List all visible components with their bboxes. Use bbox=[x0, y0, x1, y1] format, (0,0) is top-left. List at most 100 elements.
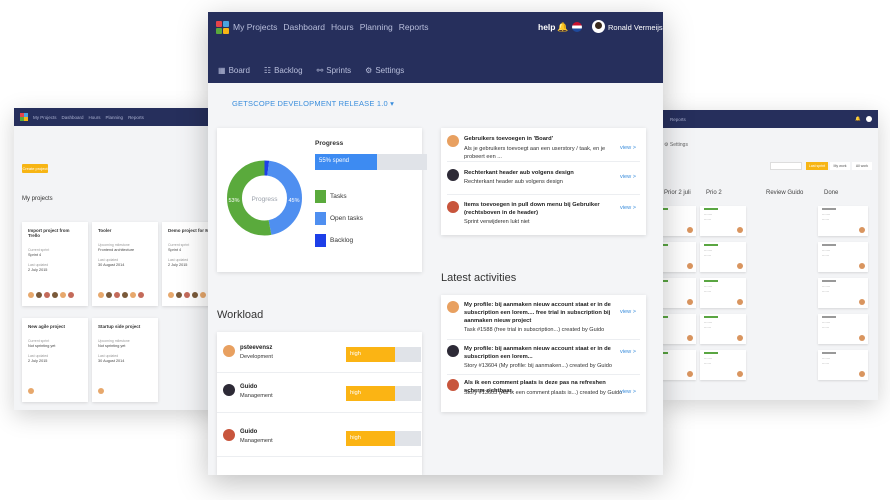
divider bbox=[217, 372, 422, 373]
task-card[interactable]: ·········· bbox=[660, 278, 696, 308]
board-column: ······· ······ ······· ······ ······· ·····… bbox=[818, 206, 868, 400]
task-card[interactable]: ·········· bbox=[660, 314, 696, 344]
nav-reports[interactable]: Reports bbox=[399, 22, 429, 32]
project-value: Sprint 4 bbox=[28, 253, 42, 257]
list-item: Als ik een comment plaats is deze pas na… bbox=[447, 379, 640, 405]
view-link[interactable]: view > bbox=[620, 145, 636, 151]
filter-all-work[interactable]: All work bbox=[852, 162, 872, 170]
release-selector[interactable]: GETSCOPE DEVELOPMENT RELEASE 1.0 ▾ bbox=[232, 99, 394, 108]
board-icon: ▦ bbox=[218, 66, 226, 75]
project-value: 2 July 2015 bbox=[28, 359, 48, 363]
task-card[interactable]: ······· ······ bbox=[818, 314, 868, 344]
nav-my-projects[interactable]: My Projects bbox=[233, 22, 277, 32]
project-title: New agile project bbox=[28, 324, 66, 329]
board-column: ······· ······ ······· ······ ······· ·····… bbox=[700, 206, 746, 400]
settings-tab[interactable]: ⚙ Settings bbox=[664, 142, 688, 148]
donut-right-label: 45% bbox=[288, 198, 299, 204]
user-name: Ronald Vermeijs bbox=[608, 23, 663, 32]
project-card[interactable]: Tooler Upcoming milestone Frontend archi… bbox=[92, 222, 158, 306]
item-title: Rechterkant header aub volgens design bbox=[464, 170, 574, 176]
board-window: Reports 🔔 ⚙ Settings Last sprint My work… bbox=[660, 110, 878, 400]
task-card[interactable]: ······· ······ bbox=[700, 350, 746, 380]
view-link[interactable]: view > bbox=[620, 205, 636, 211]
workload-bar-fill: high bbox=[346, 386, 395, 401]
progress-bar: 55% spend bbox=[315, 154, 427, 170]
task-card[interactable]: ······· ······ bbox=[818, 350, 868, 380]
project-label: Last updated bbox=[98, 354, 119, 358]
progress-donut-chart: Progress 53% 45% bbox=[227, 160, 302, 236]
tab-sprints[interactable]: ⚯ Sprints bbox=[317, 66, 352, 75]
bell-icon[interactable]: 🔔 bbox=[855, 116, 861, 122]
user-avatar[interactable] bbox=[866, 116, 872, 122]
tab-label: Board bbox=[228, 66, 250, 75]
workload-level: high bbox=[350, 351, 361, 357]
progress-bar-fill: 55% spend bbox=[315, 154, 377, 170]
task-card[interactable]: ·········· bbox=[660, 242, 696, 272]
task-card[interactable]: ·········· bbox=[660, 350, 696, 380]
bell-icon[interactable]: 🔔 bbox=[557, 22, 568, 33]
task-card[interactable]: ······· ······ bbox=[818, 206, 868, 236]
list-item: My profile: bij aanmaken nieuw account s… bbox=[447, 345, 640, 369]
task-card[interactable]: ······· ······ bbox=[700, 242, 746, 272]
create-project-button[interactable]: Create project bbox=[22, 164, 48, 173]
nav-hours[interactable]: Hours bbox=[331, 22, 354, 32]
view-link[interactable]: view > bbox=[620, 174, 636, 180]
project-card[interactable]: Import project from Trello Current sprin… bbox=[22, 222, 88, 306]
user-avatar[interactable] bbox=[592, 20, 605, 33]
task-card[interactable]: ·········· bbox=[660, 206, 696, 236]
nav-link[interactable]: Hours bbox=[89, 115, 101, 120]
legend-swatch bbox=[315, 234, 326, 247]
user-menu[interactable]: Ronald Vermeijs ▾ bbox=[608, 23, 663, 32]
filter-last-sprint[interactable]: Last sprint bbox=[806, 162, 828, 170]
project-title: Import project from Trello bbox=[28, 228, 70, 238]
item-desc: Story #13603 (Als ik een comment plaats … bbox=[464, 390, 623, 396]
avatar bbox=[447, 379, 459, 391]
tab-settings[interactable]: ⚙ Settings bbox=[365, 66, 404, 75]
nav-link[interactable]: Dashboard bbox=[62, 115, 84, 120]
item-desc: Rechterkant header aub volgens design bbox=[464, 179, 563, 185]
view-link[interactable]: view > bbox=[620, 349, 636, 355]
project-value: Frontend architecture bbox=[98, 248, 135, 252]
project-label: Current sprint bbox=[28, 339, 50, 343]
nav-planning[interactable]: Planning bbox=[360, 22, 393, 32]
workload-bar: high bbox=[346, 431, 421, 446]
backlog-icon: ☷ bbox=[263, 66, 272, 75]
project-card[interactable]: New agile project Current sprint Not spr… bbox=[22, 318, 88, 402]
task-card[interactable]: ······· ······ bbox=[700, 278, 746, 308]
avatar bbox=[447, 169, 459, 181]
filter-my-work[interactable]: My work bbox=[830, 162, 850, 170]
view-link[interactable]: view > bbox=[620, 389, 636, 395]
tab-label: Sprints bbox=[326, 66, 352, 75]
item-title: Gebruikers toevoegen in 'Board' bbox=[464, 136, 554, 142]
list-item: Rechterkant header aub volgens design Re… bbox=[447, 169, 640, 191]
nav-link[interactable]: Reports bbox=[128, 115, 144, 120]
task-card[interactable]: ······· ······ bbox=[818, 242, 868, 272]
task-card[interactable]: ······· ······ bbox=[818, 278, 868, 308]
tab-board[interactable]: ▦ Board bbox=[218, 66, 250, 75]
avatar bbox=[447, 135, 459, 147]
my-projects-heading: My projects bbox=[22, 196, 53, 202]
legend-swatch bbox=[315, 190, 326, 203]
language-flag-icon[interactable] bbox=[572, 22, 582, 32]
nav-link[interactable]: Reports bbox=[670, 117, 686, 122]
task-card[interactable]: ······· ······ bbox=[700, 314, 746, 344]
projects-window: My Projects Dashboard Hours Planning Rep… bbox=[14, 108, 224, 410]
legend-item-open-tasks: Open tasks bbox=[315, 212, 363, 225]
board-search-input[interactable] bbox=[770, 162, 802, 170]
sprints-icon: ⚯ bbox=[316, 66, 324, 75]
logo-icon[interactable] bbox=[216, 21, 230, 35]
tab-backlog[interactable]: ☷ Backlog bbox=[264, 66, 303, 75]
nav-dashboard[interactable]: Dashboard bbox=[283, 22, 325, 32]
project-label: Last updated bbox=[28, 354, 49, 358]
workload-level: high bbox=[350, 390, 361, 396]
release-dashboard-window: My Projects Dashboard Hours Planning Rep… bbox=[208, 12, 663, 475]
workload-bar-fill: high bbox=[346, 431, 395, 446]
list-item: Gebruikers toevoegen in 'Board' Als je g… bbox=[447, 135, 640, 160]
nav-link[interactable]: My Projects bbox=[33, 115, 57, 120]
project-label: Last updated bbox=[98, 258, 119, 262]
nav-link[interactable]: Planning bbox=[106, 115, 124, 120]
task-card[interactable]: ······· ······ bbox=[700, 206, 746, 236]
help-link[interactable]: help bbox=[538, 22, 555, 32]
view-link[interactable]: view > bbox=[620, 309, 636, 315]
project-card[interactable]: Startup side project Upcoming milestone … bbox=[92, 318, 158, 402]
